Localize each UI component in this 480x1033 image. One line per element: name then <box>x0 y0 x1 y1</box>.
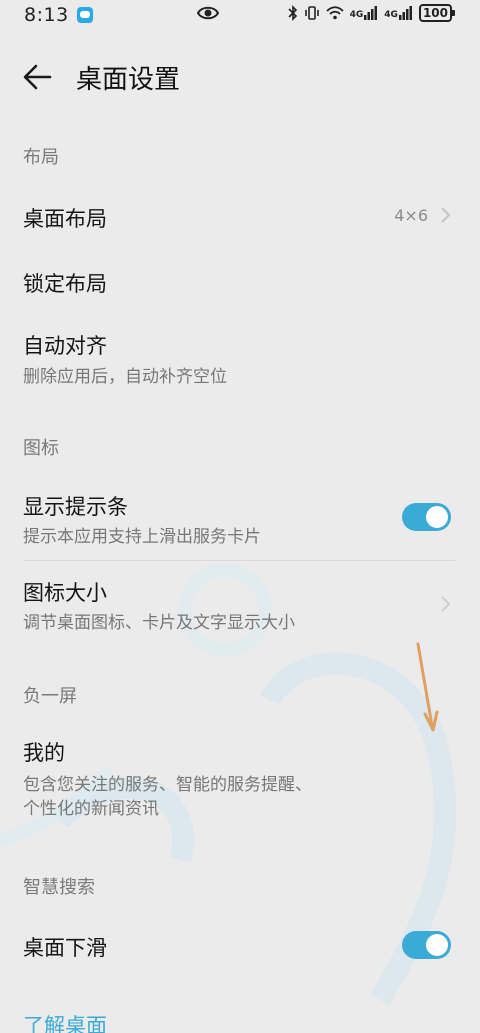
toggle-knob <box>426 934 448 956</box>
show-hint-bar-title: 显示提示条 <box>23 495 128 519</box>
bluetooth-icon <box>288 5 297 21</box>
network-type-2: 4G <box>384 10 398 20</box>
status-icons: 4G 4G 100 <box>288 4 456 22</box>
show-hint-bar-subtitle: 提示本应用支持上滑出服务卡片 <box>23 527 261 547</box>
cellular-signal-2: 4G <box>384 6 413 20</box>
icon-size-title: 图标大小 <box>23 581 107 605</box>
desktop-swipe-down-title: 桌面下滑 <box>23 936 107 960</box>
auto-align-subtitle: 删除应用后，自动补齐空位 <box>23 367 227 387</box>
chevron-right-icon <box>441 596 451 612</box>
desktop-swipe-down-toggle[interactable] <box>402 931 451 959</box>
battery-indicator: 100 <box>418 4 456 22</box>
section-header-icons: 图标 <box>23 438 59 459</box>
status-bar: 8:13 4G 4G 100 <box>0 0 480 30</box>
eye-comfort-icon <box>197 6 219 20</box>
section-header-smart-search: 智慧搜索 <box>23 877 95 898</box>
mine-subtitle-line1: 包含您关注的服务、智能的服务提醒、 <box>23 775 312 795</box>
signal-bars-icon <box>398 6 412 20</box>
vibrate-icon <box>304 6 319 20</box>
cellular-signal-1: 4G <box>350 6 379 20</box>
signal-bars-icon <box>364 6 378 20</box>
toggle-knob <box>426 506 448 528</box>
page-title: 桌面设置 <box>76 65 181 95</box>
show-hint-bar-toggle[interactable] <box>402 503 451 531</box>
message-app-icon <box>76 7 93 23</box>
auto-align-title: 自动对齐 <box>23 334 107 358</box>
status-time: 8:13 <box>24 4 69 26</box>
section-header-minus-one-screen: 负一屏 <box>23 686 77 707</box>
icon-size-subtitle: 调节桌面图标、卡片及文字显示大小 <box>23 613 295 633</box>
wifi-icon <box>325 6 344 20</box>
annotation-arrow-icon <box>416 642 439 732</box>
desktop-layout-title: 桌面布局 <box>23 207 107 231</box>
back-arrow-icon[interactable] <box>22 62 54 92</box>
network-type-1: 4G <box>349 10 364 20</box>
desktop-layout-value: 4×6 <box>394 206 428 225</box>
lock-layout-title: 锁定布局 <box>23 272 107 296</box>
page-header: 桌面设置 <box>0 52 480 102</box>
mine-subtitle-line2: 个性化的新闻资讯 <box>23 799 159 819</box>
mine-title: 我的 <box>23 741 65 765</box>
learn-desktop-link[interactable]: 了解桌面 <box>23 1010 107 1033</box>
chevron-right-icon <box>441 207 451 223</box>
divider <box>23 560 455 561</box>
section-header-layout: 布局 <box>23 147 59 168</box>
